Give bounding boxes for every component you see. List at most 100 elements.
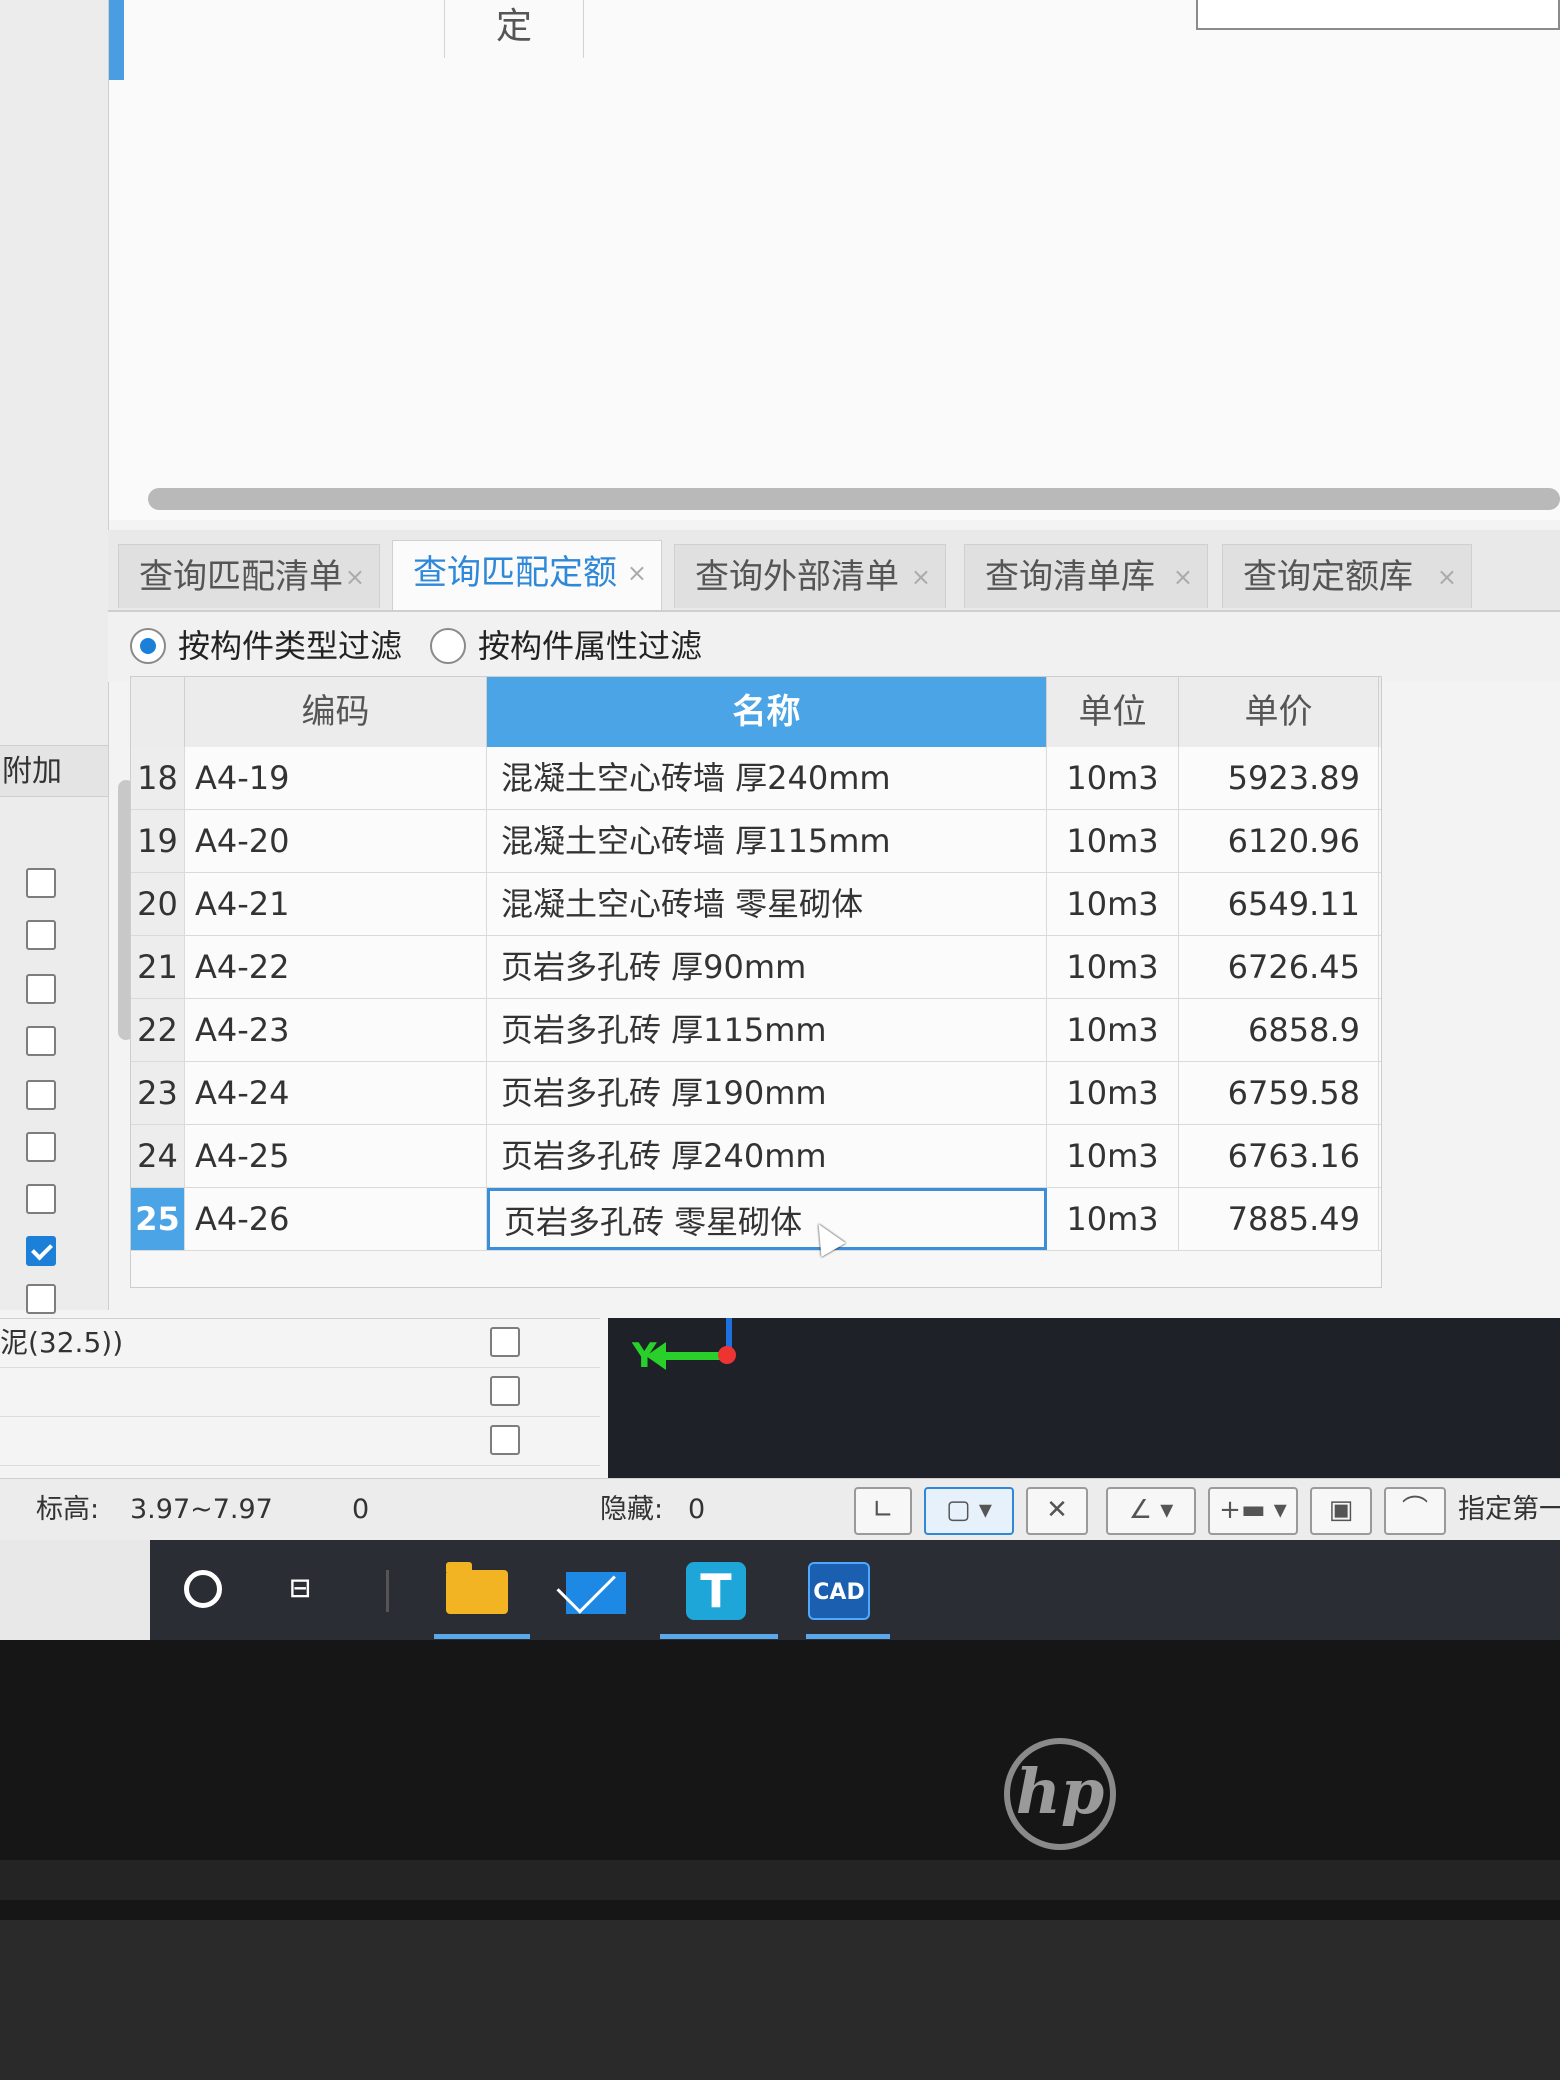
cell-unit[interactable]: 10m3 xyxy=(1047,747,1179,809)
lower-checkbox-3[interactable] xyxy=(490,1425,520,1455)
cell-unit[interactable]: 10m3 xyxy=(1047,936,1179,998)
lower-row[interactable] xyxy=(0,1417,600,1466)
cell-name[interactable]: 页岩多孔砖 厚240mm xyxy=(487,1125,1047,1187)
left-checkbox-1[interactable] xyxy=(26,868,56,898)
cell-unit[interactable]: 10m3 xyxy=(1047,1125,1179,1187)
close-icon[interactable]: × xyxy=(911,545,931,609)
t-app-icon[interactable]: T xyxy=(686,1562,746,1620)
tab-query-matching-quota[interactable]: 查询匹配定额 × xyxy=(392,540,662,610)
cell-price[interactable]: 6763.16 xyxy=(1179,1125,1379,1187)
lower-row[interactable]: 泥(32.5)) xyxy=(0,1319,600,1368)
close-icon[interactable]: × xyxy=(1437,545,1457,609)
cell-name[interactable]: 混凝土空心砖墙 零星砌体 xyxy=(487,873,1047,935)
arc-tool-icon[interactable]: ⌒ xyxy=(1384,1487,1446,1535)
table-row-selected[interactable]: 25 A4-26 页岩多孔砖 零星砌体 10m3 7885.49 xyxy=(131,1188,1381,1251)
angle-tool-icon[interactable]: ∠ ▾ xyxy=(1106,1487,1196,1535)
cell-name[interactable]: 混凝土空心砖墙 厚240mm xyxy=(487,747,1047,809)
left-checkbox-3[interactable] xyxy=(26,974,56,1004)
cell-code[interactable]: A4-26 xyxy=(185,1188,487,1250)
cell-code[interactable]: A4-23 xyxy=(185,999,487,1061)
cell-price[interactable]: 6759.58 xyxy=(1179,1062,1379,1124)
table-row[interactable]: 19 A4-20 混凝土空心砖墙 厚115mm 10m3 6120.96 xyxy=(131,810,1381,873)
left-checkbox-2[interactable] xyxy=(26,920,56,950)
task-view-icon[interactable]: ⊟ xyxy=(290,1568,350,1624)
taskbar-divider xyxy=(386,1570,389,1612)
cell-code[interactable]: A4-24 xyxy=(185,1062,487,1124)
upper-type-cell[interactable]: 定 xyxy=(444,0,584,58)
cortana-circle-icon[interactable] xyxy=(184,1570,222,1608)
cell-name[interactable]: 页岩多孔砖 厚115mm xyxy=(487,999,1047,1061)
row-index: 19 xyxy=(131,810,185,872)
close-icon[interactable]: × xyxy=(1173,545,1193,609)
desk-surface xyxy=(0,1920,1560,2080)
taskbar-search-area[interactable] xyxy=(0,1540,150,1640)
cell-name-editing[interactable]: 页岩多孔砖 零星砌体 xyxy=(487,1188,1047,1250)
cell-code[interactable]: A4-25 xyxy=(185,1125,487,1187)
header-unit[interactable]: 单位 xyxy=(1047,677,1179,747)
table-row[interactable]: 23 A4-24 页岩多孔砖 厚190mm 10m3 6759.58 xyxy=(131,1062,1381,1125)
left-panel-header: 附加 xyxy=(0,745,108,797)
header-index-column xyxy=(131,677,185,747)
mail-icon[interactable] xyxy=(566,1572,626,1614)
header-price[interactable]: 单价 xyxy=(1179,677,1379,747)
left-checkbox-7[interactable] xyxy=(26,1184,56,1214)
ortho-snap-icon[interactable]: ∟ xyxy=(854,1487,912,1535)
cell-name[interactable]: 页岩多孔砖 厚190mm xyxy=(487,1062,1047,1124)
left-checkbox-5[interactable] xyxy=(26,1080,56,1110)
quota-results-table: 编码 名称 单位 单价 18 A4-19 混凝土空心砖墙 厚240mm 10m3… xyxy=(130,676,1382,1288)
header-code[interactable]: 编码 xyxy=(185,677,487,747)
lower-checkbox-1[interactable] xyxy=(490,1327,520,1357)
horizontal-scrollbar[interactable] xyxy=(148,488,1560,510)
offset-tool-icon[interactable]: +▬ ▾ xyxy=(1208,1487,1298,1535)
table-row[interactable]: 24 A4-25 页岩多孔砖 厚240mm 10m3 6763.16 xyxy=(131,1125,1381,1188)
table-row[interactable]: 21 A4-22 页岩多孔砖 厚90mm 10m3 6726.45 xyxy=(131,936,1381,999)
radio-button[interactable] xyxy=(430,628,466,664)
cell-unit[interactable]: 10m3 xyxy=(1047,873,1179,935)
lower-row[interactable] xyxy=(0,1368,600,1417)
cell-price[interactable]: 6858.9 xyxy=(1179,999,1379,1061)
cell-unit[interactable]: 10m3 xyxy=(1047,1062,1179,1124)
hp-logo-icon: hp xyxy=(1004,1738,1116,1850)
cell-code[interactable]: A4-20 xyxy=(185,810,487,872)
tab-query-quota-library[interactable]: 查询定额库 × xyxy=(1222,544,1472,608)
cell-name[interactable]: 页岩多孔砖 厚90mm xyxy=(487,936,1047,998)
left-checkbox-6[interactable] xyxy=(26,1132,56,1162)
table-row[interactable]: 22 A4-23 页岩多孔砖 厚115mm 10m3 6858.9 xyxy=(131,999,1381,1062)
upper-input-cell[interactable] xyxy=(1196,0,1560,30)
filter-by-type-option[interactable]: 按构件类型过滤 xyxy=(130,624,430,668)
cad-viewport[interactable]: Y xyxy=(608,1318,1560,1478)
cell-unit[interactable]: 10m3 xyxy=(1047,810,1179,872)
display-toggle-icon[interactable]: ▣ xyxy=(1310,1487,1372,1535)
table-row[interactable]: 18 A4-19 混凝土空心砖墙 厚240mm 10m3 5923.89 xyxy=(131,747,1381,810)
cell-code[interactable]: A4-21 xyxy=(185,873,487,935)
left-checkbox-8[interactable] xyxy=(26,1236,56,1266)
file-explorer-icon[interactable] xyxy=(446,1562,508,1614)
lower-checkbox-2[interactable] xyxy=(490,1376,520,1406)
cell-unit[interactable]: 10m3 xyxy=(1047,999,1179,1061)
header-name[interactable]: 名称 xyxy=(487,677,1047,747)
left-checkbox-9[interactable] xyxy=(26,1284,56,1314)
left-checkbox-4[interactable] xyxy=(26,1026,56,1056)
cell-price[interactable]: 5923.89 xyxy=(1179,747,1379,809)
radio-button-selected[interactable] xyxy=(130,628,166,664)
cell-unit[interactable]: 10m3 xyxy=(1047,1188,1179,1250)
cell-price[interactable]: 6549.11 xyxy=(1179,873,1379,935)
cell-price[interactable]: 7885.49 xyxy=(1179,1188,1379,1250)
filter-by-attribute-option[interactable]: 按构件属性过滤 xyxy=(430,624,730,668)
cell-name[interactable]: 混凝土空心砖墙 厚115mm xyxy=(487,810,1047,872)
cross-select-icon[interactable]: ✕ xyxy=(1026,1487,1088,1535)
cell-price[interactable]: 6120.96 xyxy=(1179,810,1379,872)
cad-app-icon[interactable]: CAD xyxy=(808,1562,870,1620)
tab-query-list-library[interactable]: 查询清单库 × xyxy=(964,544,1208,608)
cell-code[interactable]: A4-19 xyxy=(185,747,487,809)
tab-query-external-list[interactable]: 查询外部清单 × xyxy=(674,544,946,608)
rectangle-select-icon[interactable]: ▢ ▾ xyxy=(924,1487,1014,1535)
cell-code[interactable]: A4-22 xyxy=(185,936,487,998)
windows-taskbar: ⊟ T CAD xyxy=(0,1540,1560,1640)
tab-query-matching-list[interactable]: 查询匹配清单 × xyxy=(118,544,380,608)
filter-options: 按构件类型过滤 按构件属性过滤 xyxy=(108,612,1560,682)
cell-price[interactable]: 6726.45 xyxy=(1179,936,1379,998)
close-icon[interactable]: × xyxy=(345,545,365,609)
close-icon[interactable]: × xyxy=(627,541,647,605)
table-row[interactable]: 20 A4-21 混凝土空心砖墙 零星砌体 10m3 6549.11 xyxy=(131,873,1381,936)
